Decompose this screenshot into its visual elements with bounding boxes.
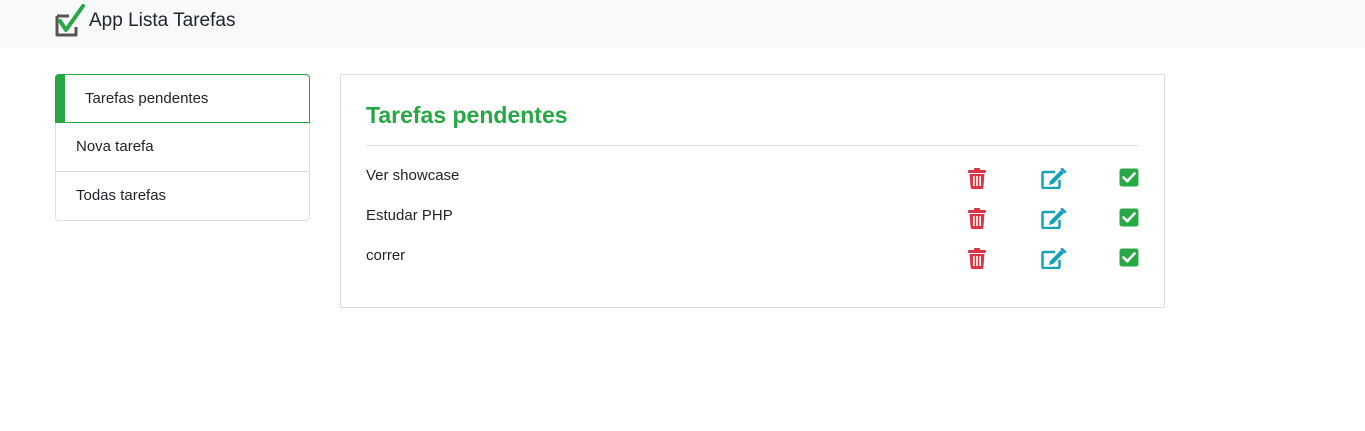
- task-row: Ver showcase: [366, 165, 1139, 193]
- edit-icon[interactable]: [1041, 248, 1067, 269]
- edit-icon[interactable]: [1041, 208, 1067, 229]
- trash-icon[interactable]: [968, 248, 986, 269]
- sidebar-item-todas-tarefas[interactable]: Todas tarefas: [55, 172, 310, 221]
- task-text: Estudar PHP: [366, 207, 453, 224]
- sidebar-item-nova-tarefa[interactable]: Nova tarefa: [55, 123, 310, 172]
- check-square-icon[interactable]: [1119, 208, 1139, 227]
- brand-title: App Lista Tarefas: [89, 10, 236, 31]
- sidebar-menu: Tarefas pendentes Nova tarefa Todas tare…: [55, 74, 310, 221]
- divider: [366, 145, 1139, 146]
- navbar: App Lista Tarefas: [0, 0, 1365, 48]
- sidebar-item-label: Tarefas pendentes: [85, 90, 209, 107]
- page-title: Tarefas pendentes: [366, 102, 568, 128]
- task-row: correr: [366, 245, 1139, 273]
- checkbox-check-icon: [55, 4, 85, 37]
- check-square-icon[interactable]: [1119, 248, 1139, 267]
- edit-icon[interactable]: [1041, 168, 1067, 189]
- sidebar-item-tarefas-pendentes[interactable]: Tarefas pendentes: [55, 74, 310, 123]
- task-row: Estudar PHP: [366, 205, 1139, 233]
- task-text: correr: [366, 247, 406, 264]
- check-square-icon[interactable]: [1119, 168, 1139, 187]
- trash-icon[interactable]: [968, 168, 986, 189]
- sidebar-item-label: Todas tarefas: [76, 187, 167, 204]
- trash-icon[interactable]: [968, 208, 986, 229]
- brand[interactable]: App Lista Tarefas: [54, 4, 235, 38]
- tasks-card: Tarefas pendentes Ver showcase Estudar P…: [340, 74, 1165, 308]
- sidebar-item-label: Nova tarefa: [76, 138, 154, 155]
- task-text: Ver showcase: [366, 167, 460, 184]
